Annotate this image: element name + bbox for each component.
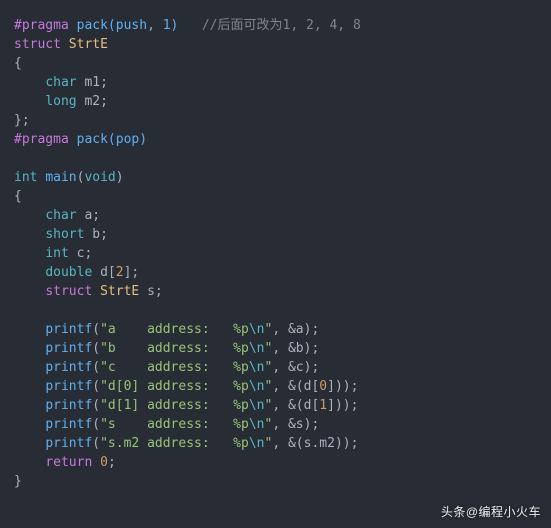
kw-long: long — [45, 94, 76, 109]
code-block: #pragma pack(push, 1) //后面可改为1, 2, 4, 8 … — [14, 16, 537, 491]
pack-call: pack(push, 1) — [77, 18, 179, 33]
kw-short: short — [45, 227, 84, 242]
kw-void: void — [84, 170, 115, 185]
fn-printf: printf — [45, 436, 92, 451]
fn-main: main — [45, 170, 76, 185]
brace: { — [14, 189, 22, 204]
pack-call: pack(pop) — [77, 132, 147, 147]
kw-int: int — [45, 246, 68, 261]
brace-close: }; — [14, 113, 30, 128]
kw-int: int — [14, 170, 37, 185]
fn-printf: printf — [45, 379, 92, 394]
fn-printf: printf — [45, 417, 92, 432]
var-b: b — [92, 227, 100, 242]
preproc-token: #pragma — [14, 132, 69, 147]
kw-struct: struct — [14, 37, 61, 52]
watermark-text: 头条@编程小火车 — [441, 503, 541, 522]
type-name: StrtE — [100, 284, 139, 299]
fn-printf: printf — [45, 398, 92, 413]
kw-return: return — [45, 455, 92, 470]
fn-printf: printf — [45, 322, 92, 337]
field-m1: m1 — [84, 75, 100, 90]
brace-close: } — [14, 474, 22, 489]
kw-double: double — [45, 265, 92, 280]
fn-printf: printf — [45, 341, 92, 356]
kw-char: char — [45, 75, 76, 90]
var-s: s — [147, 284, 155, 299]
preproc-token: #pragma — [14, 18, 69, 33]
var-d: d — [100, 265, 108, 280]
kw-struct: struct — [45, 284, 92, 299]
fn-printf: printf — [45, 360, 92, 375]
field-m2: m2 — [84, 94, 100, 109]
comment: //后面可改为1, 2, 4, 8 — [202, 18, 361, 33]
kw-char: char — [45, 208, 76, 223]
type-name: StrtE — [69, 37, 108, 52]
brace: { — [14, 56, 22, 71]
